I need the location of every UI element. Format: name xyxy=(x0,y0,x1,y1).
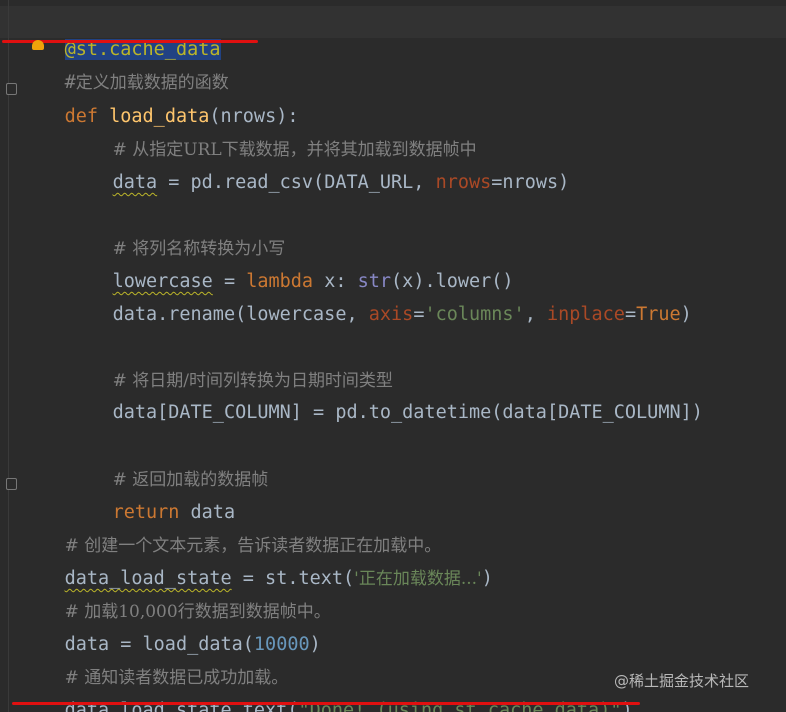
code-line-12[interactable]: data[DATE_COLUMN] = pd.to_datetime(data[… xyxy=(68,371,703,423)
watermark: @稀土掘金技术社区 xyxy=(614,672,750,690)
call-token: = pd.read_csv(DATA_URL, xyxy=(157,172,436,193)
call-end-token: =nrows) xyxy=(491,172,570,193)
kwarg-name: axis xyxy=(368,304,414,325)
code-line-17[interactable]: data_load_state = st.text('正在加载数据...') xyxy=(20,537,493,589)
string-literal: '正在加载数据...' xyxy=(354,569,482,589)
call-end-token: ) xyxy=(680,304,692,325)
code-line-14[interactable]: # 返回加载的数据帧 xyxy=(68,438,269,490)
code-line-18[interactable]: # 加载10,000行数据到数据帧中。 xyxy=(20,570,331,622)
code-line-15[interactable]: return data xyxy=(68,471,236,523)
code-line-21[interactable]: data_load_state.text("Done! (using st.ca… xyxy=(20,669,633,712)
call-end-token: ) xyxy=(309,634,321,655)
code-line-20[interactable]: # 通知读者数据已成功加载。 xyxy=(20,636,289,688)
code-line-5[interactable]: data = pd.read_csv(DATA_URL, nrows=nrows… xyxy=(68,141,570,193)
code-line-19[interactable]: data = load_data(10000) xyxy=(20,603,321,655)
variable-token: data xyxy=(112,172,158,193)
lightbulb-icon[interactable] xyxy=(32,40,44,50)
call-end-token: ) xyxy=(481,568,493,589)
fold-marker-icon[interactable] xyxy=(6,83,17,95)
kwarg-name: inplace xyxy=(546,304,625,325)
call-token: data.rename(lowercase, xyxy=(112,304,369,325)
code-line-16[interactable]: # 创建一个文本元素，告诉读者数据正在加载中。 xyxy=(20,504,442,556)
code-line-1[interactable]: @st.cache_data xyxy=(20,8,221,60)
operator-token: = xyxy=(413,304,425,325)
code-line-8[interactable]: lowercase = lambda x: str(x).lower() xyxy=(68,240,514,292)
red-annotation-underline-bottom xyxy=(12,702,640,705)
code-editor[interactable]: @st.cache_data #定义加载数据的函数 def load_data(… xyxy=(0,0,786,712)
code-line-7[interactable]: # 将列名称转换为小写 xyxy=(68,207,286,259)
string-literal: 'columns' xyxy=(424,304,525,325)
keyword-true: True xyxy=(636,304,681,325)
statement-token: data[DATE_COLUMN] = pd.to_datetime(data[… xyxy=(112,402,703,423)
operator-token: = xyxy=(624,304,637,325)
code-line-4[interactable]: # 从指定URL下载数据，并将其加载到数据帧中 xyxy=(68,108,477,160)
fold-marker-icon[interactable] xyxy=(6,478,17,490)
code-line-3[interactable]: def load_data(nrows): xyxy=(20,75,299,127)
separator-token: , xyxy=(524,304,547,325)
kwarg-name: nrows xyxy=(435,172,492,193)
code-line-2[interactable]: #定义加载数据的函数 xyxy=(20,41,229,93)
code-line-9[interactable]: data.rename(lowercase, axis='columns', i… xyxy=(68,273,692,325)
code-line-11[interactable]: # 将日期/时间列转换为日期时间类型 xyxy=(68,339,393,391)
gutter-separator xyxy=(8,0,9,712)
